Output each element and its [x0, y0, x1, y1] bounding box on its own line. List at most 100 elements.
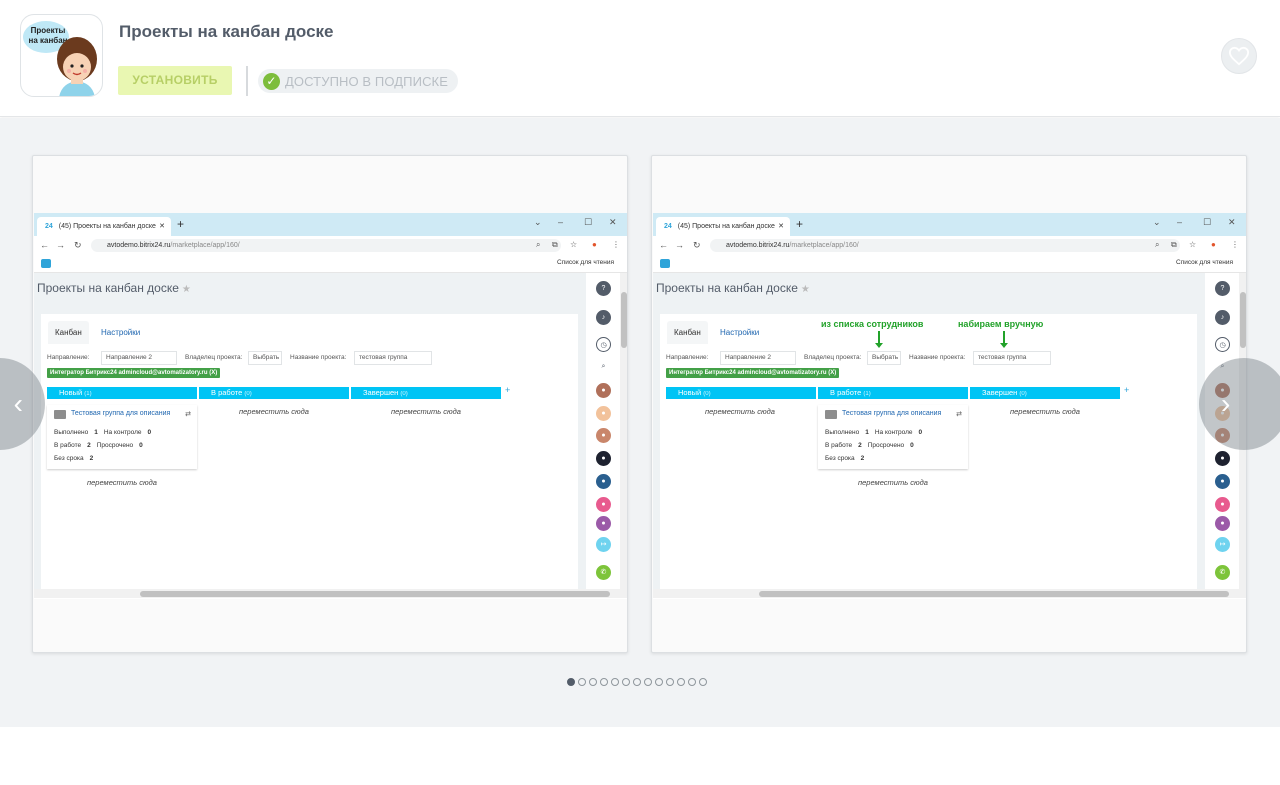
- control-count: 0: [147, 429, 152, 436]
- minimize-icon: –: [558, 217, 564, 227]
- open-lines-icon: ↦: [1215, 537, 1230, 552]
- pagination-dot[interactable]: [655, 678, 663, 686]
- tab-title: (45) Проекты на канбан доске: [677, 223, 775, 230]
- back-icon: ←: [40, 240, 49, 250]
- project-card: Тестовая группа для описания ⇄ Выполнено…: [47, 405, 197, 469]
- scrollbar-thumb: [759, 591, 1229, 597]
- pagination-dot[interactable]: [600, 678, 608, 686]
- annotation-arrow-icon: [1000, 331, 1008, 348]
- work-label: В работе: [54, 442, 82, 449]
- app-icon: Проекты на канбан: [20, 14, 103, 97]
- pagination-dot[interactable]: [589, 678, 597, 686]
- work-count: 2: [858, 442, 862, 449]
- bitrix-page: Проекты на канбан доске ★ Канбан Настройк…: [653, 273, 1205, 589]
- phone-icon: ✆: [1215, 565, 1230, 580]
- tab-kanban: Канбан: [667, 321, 708, 344]
- install-button[interactable]: УСТАНОВИТЬ: [118, 66, 232, 95]
- project-avatar-icon: [825, 410, 837, 419]
- extension-icon: ●: [1211, 240, 1216, 249]
- horizontal-scrollbar: [34, 589, 627, 598]
- zoom-icon: ⌕: [536, 240, 541, 249]
- project-card-title: Тестовая группа для описания: [71, 410, 171, 417]
- page-title: Проекты на канбан доске ★: [37, 281, 191, 295]
- extension-icon: ●: [592, 240, 597, 249]
- pagination-dot[interactable]: [699, 678, 707, 686]
- star-icon: ☆: [570, 240, 578, 249]
- user-avatar-icon: ●: [1215, 451, 1230, 466]
- reload-icon: ↻: [693, 240, 701, 250]
- drop-zone-label: переместить сюда: [87, 478, 157, 487]
- url-host: avtodemo.bitrix24.ru: [726, 242, 790, 249]
- card-stats-row: В работе 2 Просрочено 0: [825, 442, 920, 449]
- url-host: avtodemo.bitrix24.ru: [107, 242, 171, 249]
- direction-select: Направление 2: [720, 351, 796, 365]
- gallery-slide[interactable]: 24 (45) Проекты на канбан доске ✕ + ⌄ – …: [651, 155, 1247, 653]
- control-label: На контроле: [874, 429, 913, 436]
- scrollbar-thumb: [140, 591, 610, 597]
- overdue-count: 0: [910, 442, 914, 449]
- owner-label: Владелец проекта:: [185, 354, 243, 361]
- browser-tab-bar: 24 (45) Проекты на канбан доске ✕ + ⌄ – …: [34, 213, 627, 236]
- next-slide-button[interactable]: ›: [1199, 358, 1280, 450]
- column-count: (0): [703, 391, 711, 397]
- pagination-dot[interactable]: [677, 678, 685, 686]
- pagination-dot[interactable]: [688, 678, 696, 686]
- integrator-badge: Интегратор Битрикс24 admincloud@avtomati…: [47, 368, 221, 378]
- no-deadline-count: 2: [89, 455, 94, 462]
- favorite-button[interactable]: [1221, 38, 1257, 74]
- browser-tab: 24 (45) Проекты на канбан доске ✕: [37, 217, 171, 236]
- direction-label: Направление:: [47, 354, 90, 361]
- pagination-dot[interactable]: [622, 678, 630, 686]
- column-name: Новый: [59, 388, 83, 397]
- card-stats-row: Выполнено 1 На контроле 0: [54, 429, 157, 436]
- direction-label: Направление:: [666, 354, 709, 361]
- column-count: (0): [1019, 391, 1027, 397]
- column-header-done: Завершен (0): [351, 387, 501, 399]
- drop-zone-label: переместить сюда: [858, 478, 928, 487]
- open-lines-icon: ↦: [596, 537, 611, 552]
- pagination-dot[interactable]: [633, 678, 641, 686]
- zoom-icon: ⌕: [1155, 240, 1160, 249]
- card-stats-row: В работе 2 Просрочено 0: [54, 442, 149, 449]
- url-path: /marketplace/app/160/: [789, 242, 859, 249]
- pagination-dot[interactable]: [578, 678, 586, 686]
- subscription-badge: ✓ ДОСТУПНО В ПОДПИСКЕ: [258, 69, 459, 93]
- pagination-dot[interactable]: [644, 678, 652, 686]
- bell-icon: ♪: [1215, 310, 1230, 325]
- card-stats-row: Без срока 2: [54, 455, 99, 462]
- vertical-scrollbar: [620, 273, 627, 589]
- menu-icon: ⋮: [1231, 240, 1239, 249]
- card-stats-row: Выполнено 1 На контроле 0: [825, 429, 928, 436]
- project-name-label: Название проекта:: [290, 354, 347, 361]
- header-divider: [246, 66, 248, 96]
- gallery-slide[interactable]: 24 (45) Проекты на канбан доске ✕ + ⌄ – …: [32, 155, 628, 653]
- search-icon: ⌕: [596, 359, 611, 374]
- column-header-new: Новый (1): [47, 387, 197, 399]
- bitrix-page: Проекты на канбан доске ★ Канбан Настройк…: [34, 273, 586, 589]
- help-icon: ?: [1215, 281, 1230, 296]
- project-card: Тестовая группа для описания ⇄ Выполнено…: [818, 405, 968, 469]
- user-avatar-icon: ●: [1215, 474, 1230, 489]
- page-title-text: Проекты на канбан доске: [656, 281, 798, 295]
- chevron-left-icon: ‹: [13, 388, 23, 419]
- pagination-dot[interactable]: [611, 678, 619, 686]
- help-icon: ?: [596, 281, 611, 296]
- control-count: 0: [918, 429, 923, 436]
- pagination-dot[interactable]: [666, 678, 674, 686]
- plus-icon: +: [177, 217, 185, 231]
- project-name-label: Название проекта:: [909, 354, 966, 361]
- control-label: На контроле: [103, 429, 142, 436]
- work-count: 2: [87, 442, 91, 449]
- reading-list: Список для чтения: [1176, 259, 1233, 266]
- close-icon: ✕: [159, 223, 165, 230]
- app-header: Проекты на канбан Проекты на канбан доск…: [0, 0, 1280, 117]
- gallery-pagination: [567, 678, 707, 686]
- column-header-in-progress: В работе (1): [818, 387, 968, 399]
- pagination-dot[interactable]: [567, 678, 575, 686]
- bitrix-logo: 24: [45, 223, 53, 230]
- heart-icon: [1228, 46, 1250, 66]
- column-name: В работе: [211, 388, 243, 397]
- forward-icon: →: [56, 240, 65, 250]
- chevron-right-icon: ›: [1221, 388, 1231, 419]
- user-avatar-icon: ●: [596, 497, 611, 512]
